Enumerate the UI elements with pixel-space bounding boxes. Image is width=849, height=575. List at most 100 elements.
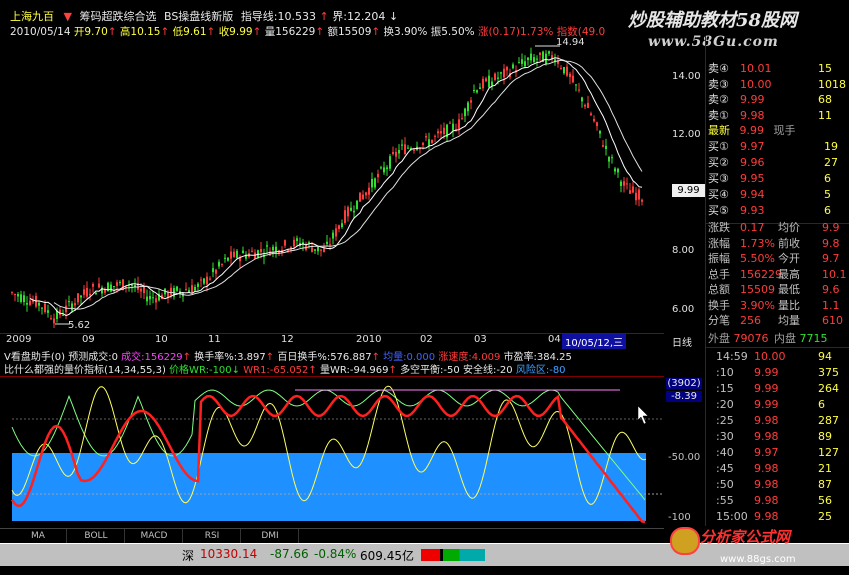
logo-badge-icon <box>670 527 700 555</box>
tick-price: 9.97 <box>754 446 779 459</box>
date-tick: 04 <box>548 334 561 345</box>
candle-body <box>581 97 583 102</box>
indicator2-bar: 比什么都强的量价指标(14,34,55,3) 价格WR:-100↓ WR1:-6… <box>0 361 664 376</box>
candle-body <box>632 186 634 193</box>
candle-body <box>320 249 322 251</box>
status-change: -87.66 <box>270 547 309 561</box>
candle-body <box>266 245 268 247</box>
outer-inner-row: 外盘 79076 内盘 7715 <box>708 332 828 346</box>
candle-body <box>527 57 529 60</box>
candle-body <box>215 269 217 274</box>
candle-body <box>560 67 562 69</box>
tab-rsi[interactable]: RSI <box>184 529 241 544</box>
candle-body <box>425 136 427 138</box>
candle-body <box>14 294 16 296</box>
buy-label: 买③ <box>708 172 729 185</box>
tick-price: 9.98 <box>754 414 779 427</box>
candle-body <box>518 62 520 64</box>
candle-body <box>620 181 622 186</box>
date-tick: 02 <box>420 334 433 345</box>
candle-body <box>485 78 487 82</box>
tick-time: 14:59 <box>716 350 748 363</box>
date-tick: 10 <box>155 334 168 345</box>
tab-macd[interactable]: MACD <box>126 529 183 544</box>
down-arrow-icon: ↓ <box>231 365 241 376</box>
price-tick: 12.00 <box>672 128 701 140</box>
stat-value-2: 9.9 <box>822 221 840 234</box>
candle-body <box>116 282 118 286</box>
date-tick: 11 <box>208 334 221 345</box>
candle-body <box>578 89 580 91</box>
candle-body <box>635 192 637 201</box>
candlestick-chart[interactable]: 14.94 5.62 <box>0 36 664 330</box>
up-arrow-icon: ↑ <box>308 365 317 376</box>
latest-label: 最新 <box>708 124 730 137</box>
candle-body <box>383 167 385 173</box>
candle-body <box>539 52 541 56</box>
tick-price: 9.98 <box>754 462 779 475</box>
candle-body <box>194 287 196 291</box>
candle-body <box>431 139 433 143</box>
tab-dmi[interactable]: DMI <box>242 529 299 544</box>
candle-body <box>284 240 286 246</box>
panel-divider-2 <box>706 347 849 348</box>
date-tick: 2009 <box>6 334 32 345</box>
ind2-name[interactable]: 比什么都强的量价指标(14,34,55,3) <box>4 365 166 376</box>
sub-label-top: (3902) <box>666 378 702 389</box>
watermark-bottom-name: 分析家公式网 <box>700 528 791 546</box>
candle-body <box>503 68 505 78</box>
candle-body <box>74 303 76 306</box>
candle-body <box>536 58 538 60</box>
candle-body <box>191 285 193 294</box>
candle-body <box>380 167 382 169</box>
candle-body <box>146 296 148 302</box>
candle-body <box>482 78 484 89</box>
candle-body <box>26 302 28 305</box>
buy-label: 买④ <box>708 188 729 201</box>
ind2-balance: 多空平衡:-50 <box>400 365 460 376</box>
stat-key-2: 今开 <box>778 252 800 265</box>
menu-arrow-icon[interactable]: ▼ <box>64 10 72 23</box>
tick-volume: 94 <box>818 350 832 363</box>
buy-volume: 27 <box>824 156 838 169</box>
candle-body <box>545 53 547 64</box>
candle-body <box>611 157 613 159</box>
ind2-wr1: WR1:-65.052 <box>243 365 309 376</box>
watermark-top: 炒股辅助教材58股网 <box>628 10 798 31</box>
candle-body <box>221 264 223 266</box>
candle-body <box>140 288 142 292</box>
candle-body <box>236 250 238 258</box>
candle-body <box>500 72 502 74</box>
indicator-chart[interactable] <box>0 376 664 524</box>
candle-body <box>473 90 475 92</box>
candle-body <box>323 248 325 252</box>
candle-body <box>341 223 343 228</box>
stat-value: 0.17 <box>740 221 765 234</box>
status-pct: -0.84% <box>314 547 357 561</box>
candle-body <box>272 246 274 251</box>
sell-label: 卖④ <box>708 62 729 75</box>
formula-menu[interactable]: 筹码超跌综合选 <box>79 10 156 23</box>
stat-key: 总额 <box>708 283 730 296</box>
indicator1-bar: V看盘助手(0) 预测成交:0 成交:156229↑ 换手率%:3.897↑ 百… <box>0 348 664 363</box>
formula-menu-2[interactable]: BS操盘线新版 <box>164 10 233 23</box>
candle-body <box>83 289 85 295</box>
candle-body <box>530 53 532 61</box>
buy-volume: 6 <box>824 204 831 217</box>
candle-body <box>563 67 565 74</box>
candle-body <box>359 192 361 202</box>
status-turnover: 609.45亿 <box>360 549 414 563</box>
candle-body <box>113 286 115 288</box>
candle-body <box>428 139 430 146</box>
candle-body <box>29 300 31 305</box>
tick-volume: 25 <box>818 510 832 523</box>
period-label[interactable]: 日线 <box>672 334 692 349</box>
stock-name: 上海九百 <box>10 10 54 23</box>
buy-volume: 5 <box>824 188 831 201</box>
tab-ma[interactable]: MA <box>10 529 67 544</box>
tick-volume: 127 <box>818 446 839 459</box>
candle-body <box>470 100 472 103</box>
tick-volume: 264 <box>818 382 839 395</box>
tab-boll[interactable]: BOLL <box>68 529 125 544</box>
candle-body <box>338 225 340 229</box>
